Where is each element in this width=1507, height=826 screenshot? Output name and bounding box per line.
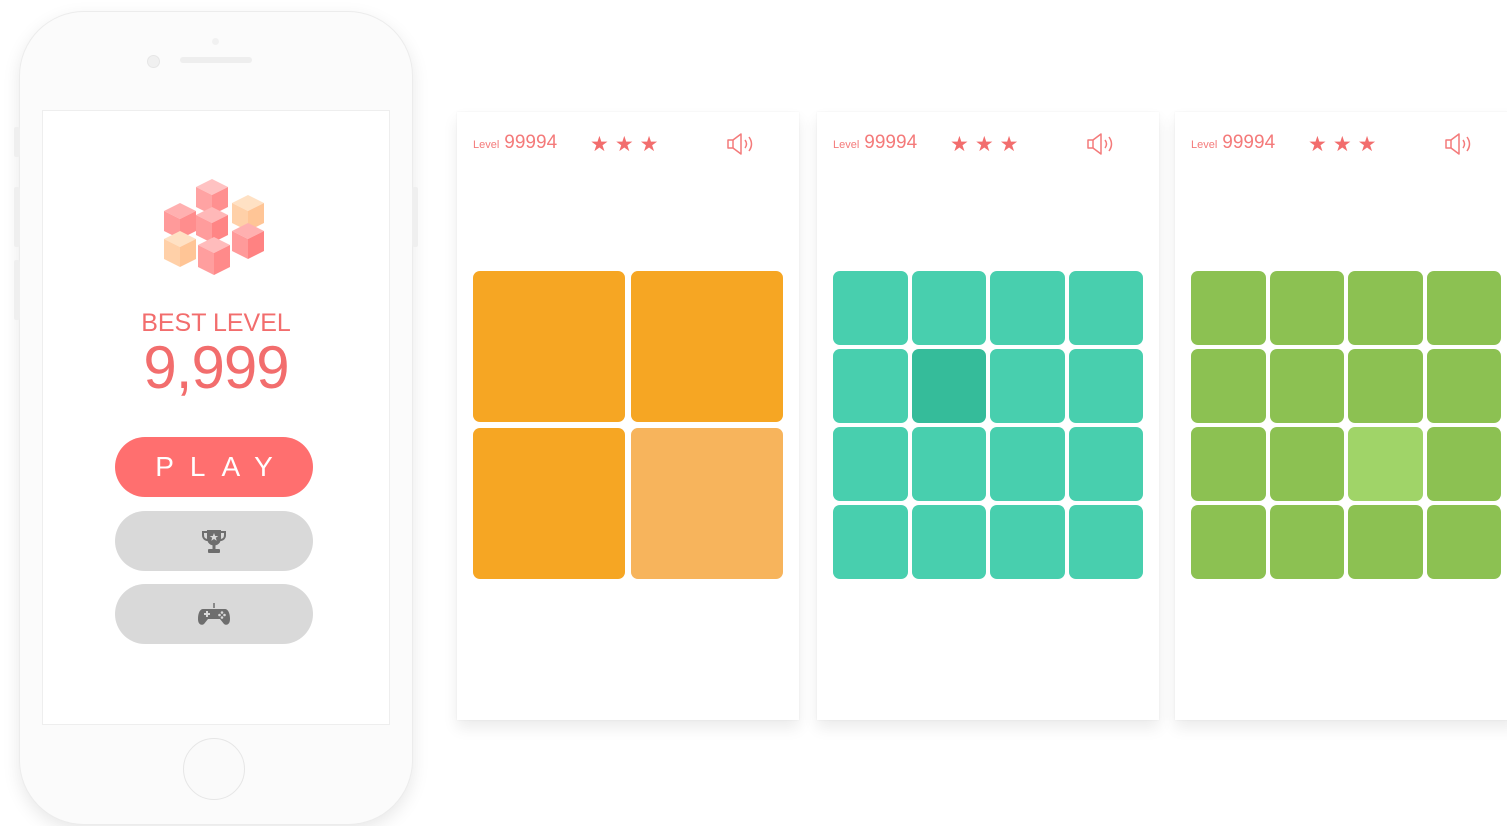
tile[interactable] [1426, 427, 1501, 501]
tile[interactable] [990, 349, 1065, 423]
tile[interactable] [1426, 349, 1501, 423]
tile[interactable] [1426, 271, 1501, 345]
speaker-icon[interactable] [725, 132, 759, 156]
trophy-icon [202, 530, 226, 553]
tile[interactable] [911, 505, 986, 579]
tile-board [1191, 271, 1501, 579]
tile-board [833, 271, 1143, 579]
game-panel-3: Level 99994 ★★★ [1175, 112, 1507, 720]
tile[interactable] [1068, 505, 1143, 579]
play-button-label: PLAY [155, 451, 289, 482]
level-indicator: Level 99994 [833, 132, 917, 162]
tile[interactable] [833, 505, 908, 579]
sensor [212, 38, 219, 45]
power-button [412, 187, 418, 247]
tile[interactable] [1191, 505, 1266, 579]
front-camera [147, 55, 160, 68]
level-label: Level [1191, 139, 1218, 151]
level-value: 99994 [504, 132, 558, 153]
level-indicator: Level 99994 [1191, 132, 1275, 162]
tile[interactable] [1269, 349, 1344, 423]
tile[interactable] [1191, 271, 1266, 345]
tile[interactable] [990, 427, 1065, 501]
star-rating: ★★★ [950, 133, 1025, 156]
tile[interactable] [1269, 505, 1344, 579]
tile[interactable] [990, 271, 1065, 345]
star-rating: ★★★ [590, 133, 665, 156]
tile[interactable] [833, 349, 908, 423]
tile[interactable] [473, 271, 625, 422]
speaker-icon[interactable] [1085, 132, 1119, 156]
gamepad-icon [198, 603, 230, 625]
tile[interactable] [1191, 427, 1266, 501]
tile[interactable] [473, 428, 625, 579]
tile[interactable] [1068, 427, 1143, 501]
tile[interactable] [1068, 349, 1143, 423]
tile[interactable] [1348, 505, 1423, 579]
tile[interactable] [1348, 349, 1423, 423]
tile-board [473, 271, 783, 579]
speaker-icon[interactable] [1443, 132, 1477, 156]
level-value: 99994 [864, 132, 918, 153]
earpiece-speaker [180, 57, 252, 63]
tile[interactable] [990, 505, 1065, 579]
tile[interactable] [911, 427, 986, 501]
odd-tile[interactable] [1348, 427, 1423, 501]
volume-up-button [14, 187, 20, 247]
level-label: Level [473, 139, 500, 151]
tile[interactable] [1068, 271, 1143, 345]
more-games-button[interactable] [115, 584, 313, 644]
odd-tile[interactable] [911, 349, 986, 423]
leaderboard-button[interactable] [115, 511, 313, 571]
play-button[interactable]: PLAY [115, 437, 313, 497]
tile[interactable] [1269, 427, 1344, 501]
home-button [183, 738, 245, 800]
best-level-value: 9,999 [143, 334, 289, 401]
tile[interactable] [631, 271, 783, 422]
tile[interactable] [1269, 271, 1344, 345]
tile[interactable] [833, 427, 908, 501]
volume-down-button [14, 260, 20, 320]
level-indicator: Level 99994 [473, 132, 557, 162]
menu-screen: BEST LEVEL 9,999 PLAY [42, 110, 390, 725]
tile[interactable] [833, 271, 908, 345]
cube-logo-icon [164, 179, 264, 275]
game-panel-1: Level 99994 ★★★ [457, 112, 799, 720]
odd-tile[interactable] [631, 428, 783, 579]
tile[interactable] [1426, 505, 1501, 579]
star-rating: ★★★ [1308, 133, 1383, 156]
silent-switch [14, 127, 20, 157]
level-value: 99994 [1222, 132, 1276, 153]
game-panel-2: Level 99994 ★★★ [817, 112, 1159, 720]
tile[interactable] [911, 271, 986, 345]
phone-frame: BEST LEVEL 9,999 PLAY [14, 12, 418, 824]
level-label: Level [833, 139, 860, 151]
tile[interactable] [1191, 349, 1266, 423]
tile[interactable] [1348, 271, 1423, 345]
